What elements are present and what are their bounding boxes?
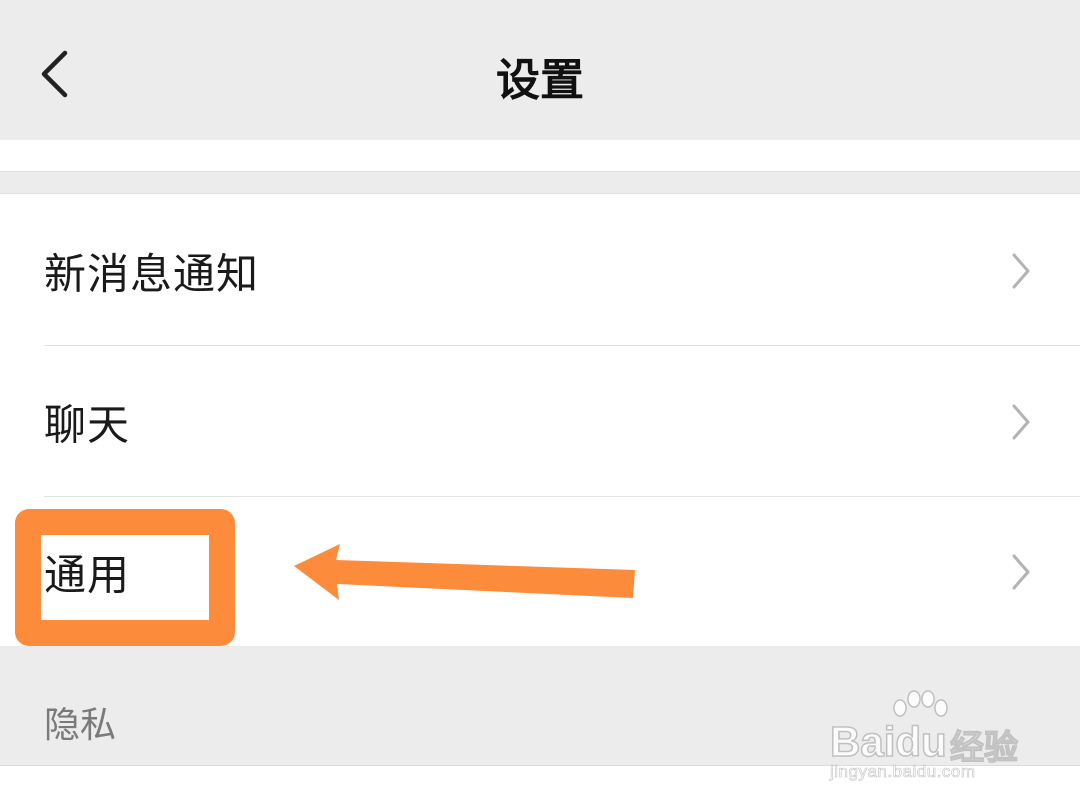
page-title: 设置 (496, 55, 584, 106)
chevron-right-icon (1012, 253, 1030, 288)
privacy-section-label: 隐私 (44, 705, 117, 746)
chevron-right-icon (1012, 554, 1030, 589)
settings-item-label: 通用 (44, 550, 131, 599)
privacy-section-header (0, 646, 1080, 765)
bottom-row-edge (0, 765, 1080, 810)
settings-item-label: 新消息通知 (44, 249, 260, 298)
header-bar: 设置 (0, 0, 1080, 140)
section-gap (0, 171, 1080, 194)
chevron-right-icon (1012, 404, 1030, 439)
settings-item-new-message-notification[interactable]: 新消息通知 (0, 195, 1080, 346)
settings-item-chat[interactable]: 聊天 (0, 346, 1080, 497)
settings-item-general[interactable]: 通用 (0, 497, 1080, 646)
top-spacer (0, 140, 1080, 171)
settings-item-label: 聊天 (44, 400, 131, 449)
